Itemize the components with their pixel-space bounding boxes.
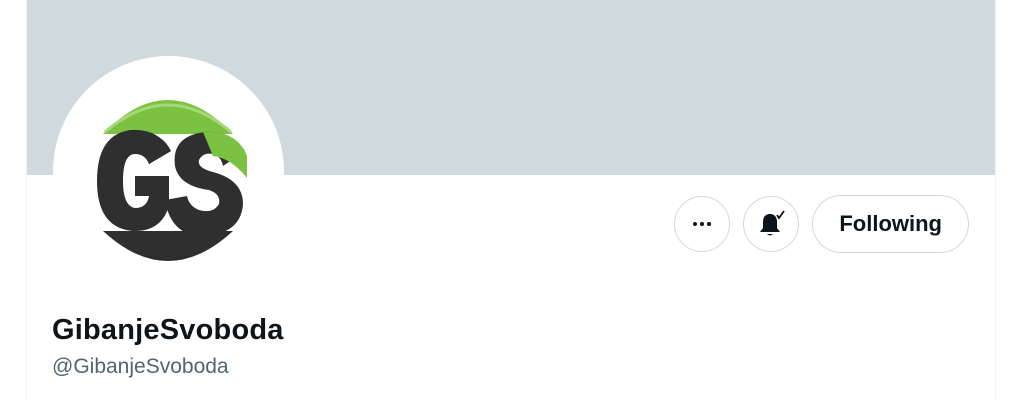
more-button[interactable] [674, 196, 731, 252]
following-button[interactable]: Following [812, 195, 969, 253]
profile-column: Following GibanjeSvoboda @GibanjeSvoboda [26, 0, 996, 400]
bell-check-icon [760, 210, 786, 236]
display-name: GibanjeSvoboda [52, 314, 284, 346]
more-horizontal-icon [693, 222, 712, 226]
avatar[interactable] [53, 56, 284, 287]
profile-actions: Following [674, 195, 969, 253]
notifications-button[interactable] [743, 196, 800, 252]
user-handle: @GibanjeSvoboda [52, 355, 229, 378]
gs-logo-icon [97, 100, 247, 261]
profile-page: Following GibanjeSvoboda @GibanjeSvoboda [0, 0, 1024, 400]
